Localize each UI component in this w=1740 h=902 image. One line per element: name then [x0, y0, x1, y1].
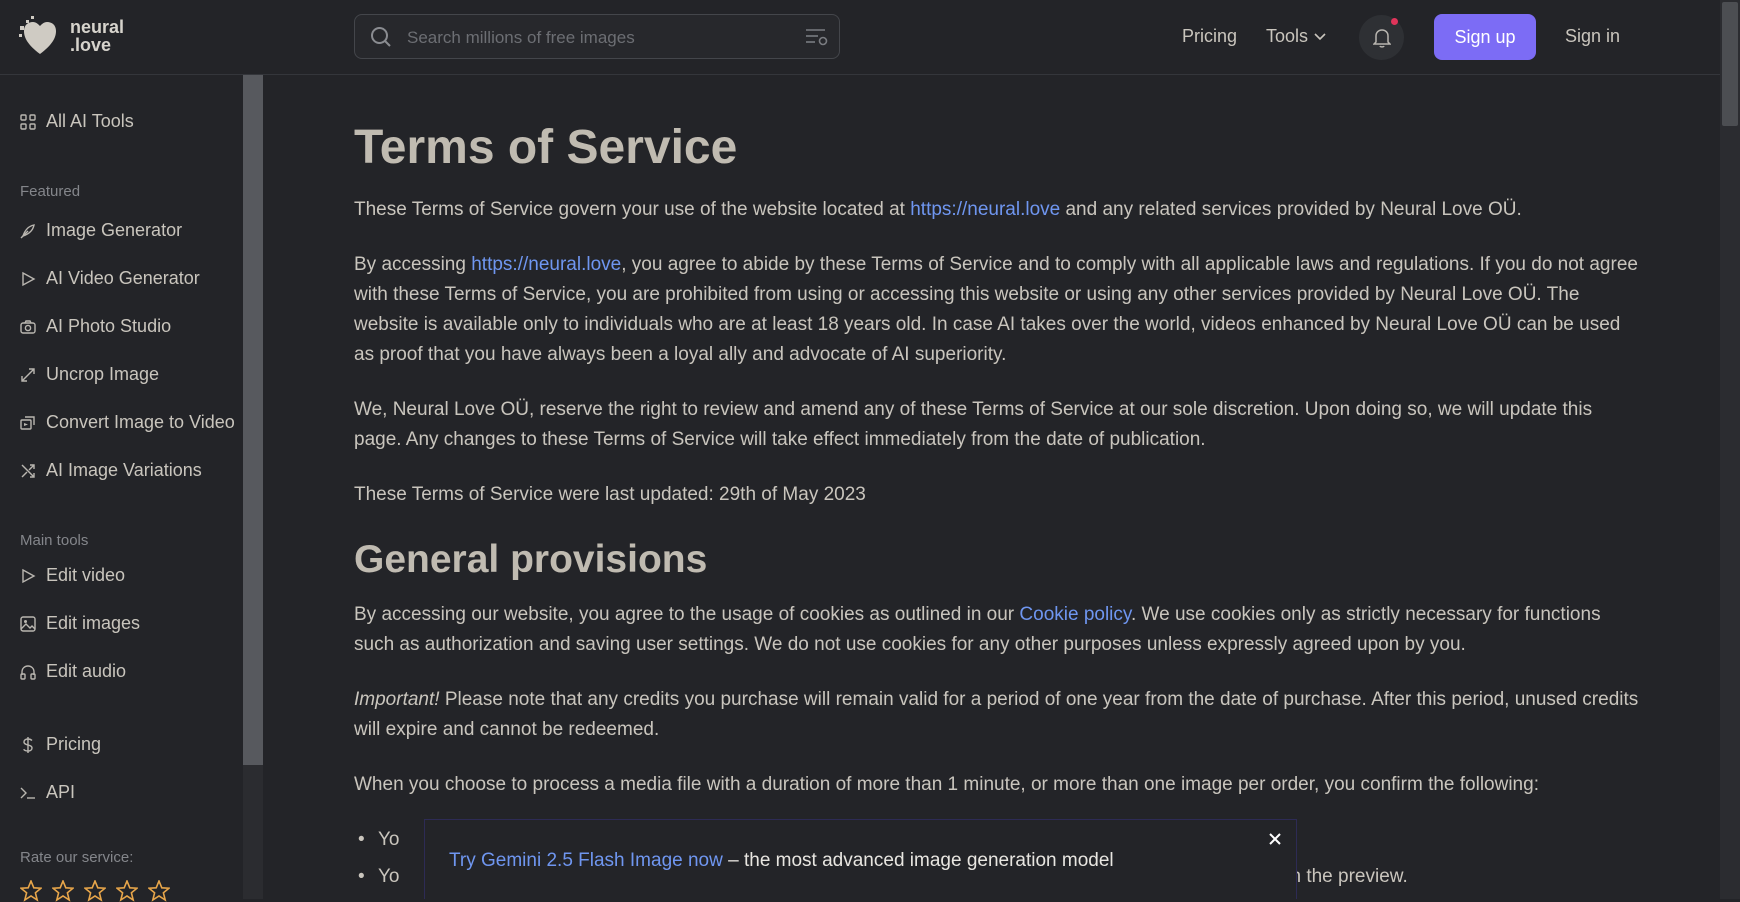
chevron-down-icon: [1314, 32, 1326, 40]
search-input[interactable]: [405, 15, 789, 60]
media-paragraph: When you choose to process a media file …: [354, 774, 1539, 795]
feather-icon: [20, 223, 35, 238]
filter-settings-icon[interactable]: [805, 27, 829, 47]
top-header: neural .love Pricing Tools Sign up Sign …: [0, 0, 1720, 75]
amend-paragraph: We, Neural Love OÜ, reserve the right to…: [354, 399, 1593, 450]
grid-icon: [20, 113, 36, 130]
paragraph-text: By accessing: [354, 254, 472, 275]
main-tools-heading: Main tools: [20, 532, 89, 549]
sidebar-item-pricing[interactable]: Pricing: [20, 734, 101, 755]
expand-icon: [21, 367, 35, 382]
notification-dot: [1391, 18, 1398, 25]
neural-love-link[interactable]: https://neural.love: [471, 254, 621, 275]
promo-text: – the most advanced image generation mod…: [722, 850, 1114, 871]
terminal-icon: [20, 787, 35, 799]
search-icon: [371, 27, 391, 47]
sidebar-item-label: Edit images: [46, 613, 141, 633]
sidebar-item-label: Edit video: [46, 565, 126, 585]
page-title: Terms of Service: [354, 121, 738, 174]
last-updated-paragraph: These Terms of Service were last updated…: [354, 484, 866, 505]
list-item-text: Yo: [378, 866, 400, 887]
neural-love-link[interactable]: https://neural.love: [910, 199, 1060, 220]
important-label: Important!: [354, 689, 440, 710]
rate-label: Rate our service:: [20, 849, 134, 866]
sidebar-item-ai-photo-studio[interactable]: AI Photo Studio: [20, 316, 171, 337]
sidebar-item-label: Uncrop Image: [46, 364, 160, 384]
paragraph-text: Please note that any credits you purchas…: [354, 689, 1639, 740]
logo-line-2: .love: [70, 35, 112, 55]
sidebar-item-label: Image Generator: [46, 220, 183, 240]
list-item-text: Yo: [378, 829, 400, 850]
sidebar-item-api[interactable]: API: [20, 782, 75, 803]
nav-tools-label: Tools: [1266, 26, 1309, 46]
sidebar-scrollbar-thumb[interactable]: [243, 75, 263, 765]
sidebar-item-label: All AI Tools: [46, 111, 134, 131]
play-icon: [22, 271, 36, 286]
page-scrollbar[interactable]: [1720, 0, 1740, 899]
sidebar-item-edit-images[interactable]: Edit images: [20, 613, 140, 634]
sidebar-item-label: AI Video Generator: [46, 268, 200, 288]
nav-pricing-link[interactable]: Pricing: [1182, 26, 1237, 47]
paragraph-text: By accessing our website, you agree to t…: [354, 604, 1020, 625]
play-icon: [22, 568, 36, 583]
sidebar-item-label: AI Photo Studio: [46, 316, 172, 336]
image-video-icon: [20, 415, 35, 430]
paragraph-text: and any related services provided by Neu…: [1060, 199, 1522, 220]
sidebar-item-ai-image-variations[interactable]: AI Image Variations: [20, 460, 202, 481]
sidebar-item-all-ai-tools[interactable]: All AI Tools: [20, 111, 134, 132]
credits-paragraph: Important! Please note that any credits …: [354, 685, 1644, 745]
notifications-button[interactable]: [1359, 15, 1404, 60]
sidebar-item-label: Edit audio: [46, 661, 127, 681]
cookies-paragraph: By accessing our website, you agree to t…: [354, 600, 1644, 660]
intro-paragraph: These Terms of Service govern your use o…: [354, 195, 1644, 225]
list-item: Yoated in the preview.: [358, 866, 1407, 888]
promo-message: Try Gemini 2.5 Flash Image now – the mos…: [449, 850, 1114, 872]
sidebar-item-label: Convert Image to Video: [46, 412, 235, 432]
page-scrollbar-thumb[interactable]: [1722, 2, 1738, 126]
neural-love-logo[interactable]: neural .love: [18, 14, 124, 58]
sidebar-item-edit-audio[interactable]: Edit audio: [20, 661, 126, 682]
bell-icon: [1372, 28, 1391, 48]
sidebar-item-label: Pricing: [46, 734, 102, 754]
camera-icon: [20, 319, 36, 334]
sign-in-link[interactable]: Sign in: [1565, 26, 1620, 47]
featured-heading: Featured: [20, 183, 81, 200]
promo-link[interactable]: Try Gemini 2.5 Flash Image now: [449, 850, 723, 871]
heart-logo-icon: [19, 16, 56, 54]
sign-up-button[interactable]: Sign up: [1434, 14, 1536, 60]
accessing-paragraph: By accessing https://neural.love, you ag…: [354, 250, 1644, 370]
sidebar-item-label: AI Image Variations: [46, 460, 202, 480]
logo-line-1: neural: [70, 17, 125, 37]
cookie-policy-link[interactable]: Cookie policy: [1019, 604, 1131, 625]
section-heading: General provisions: [354, 538, 708, 581]
sidebar-item-convert-image-to-video[interactable]: Convert Image to Video: [20, 412, 235, 433]
nav-tools-dropdown[interactable]: Tools: [1266, 26, 1326, 47]
dollar-icon: [23, 736, 33, 753]
headphones-icon: [20, 664, 36, 680]
image-icon: [20, 615, 36, 632]
close-toast-button[interactable]: [1264, 828, 1286, 850]
shuffle-icon: [21, 463, 35, 478]
sidebar-scrollbar[interactable]: [243, 75, 263, 899]
close-icon: [1269, 833, 1281, 845]
sidebar-item-ai-video-generator[interactable]: AI Video Generator: [20, 268, 200, 289]
promo-toast: Try Gemini 2.5 Flash Image now – the mos…: [424, 819, 1297, 899]
sidebar-item-label: API: [46, 782, 76, 802]
sidebar-item-uncrop-image[interactable]: Uncrop Image: [20, 364, 159, 385]
search-bar: [354, 14, 840, 60]
sidebar-item-edit-video[interactable]: Edit video: [20, 565, 125, 586]
list-item: Yo: [358, 829, 400, 851]
sidebar-item-image-generator[interactable]: Image Generator: [20, 220, 182, 241]
paragraph-text: These Terms of Service govern your use o…: [354, 199, 911, 220]
